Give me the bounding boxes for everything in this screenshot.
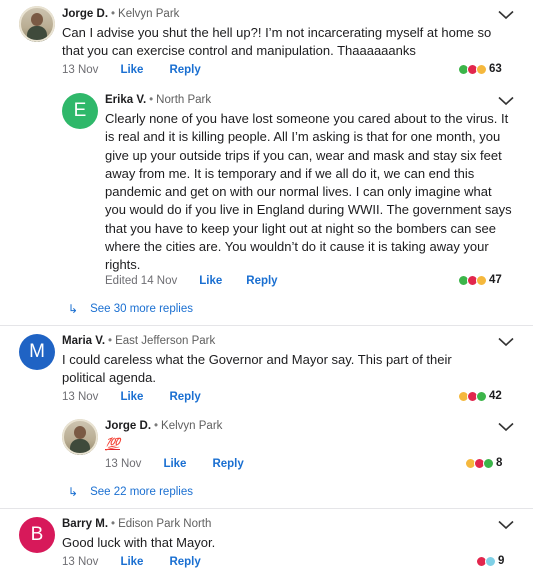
chevron-down-icon[interactable]: [498, 337, 514, 347]
reaction-summary[interactable]: 8: [465, 457, 502, 469]
avatar-letter: M: [29, 341, 45, 362]
agree-reaction-icon: [476, 390, 487, 402]
like-button[interactable]: Like: [120, 64, 143, 76]
comment-text: Clearly none of you have lost someone yo…: [105, 111, 512, 273]
reply-button[interactable]: Reply: [169, 64, 200, 76]
comment-actions: 13 Nov Like Reply: [105, 458, 244, 470]
see-more-replies-link[interactable]: ↳ See 30 more replies: [68, 302, 193, 316]
like-button[interactable]: Like: [199, 275, 222, 287]
author-location[interactable]: East Jefferson Park: [115, 335, 215, 347]
comment-actions: Edited 14 Nov Like Reply: [105, 275, 278, 287]
author-location[interactable]: Kelvyn Park: [161, 420, 222, 432]
reply-arrow-icon: ↳: [68, 485, 79, 499]
meta-separator: •: [108, 335, 113, 347]
author-location[interactable]: North Park: [156, 94, 211, 106]
comment-date: 13 Nov: [62, 64, 99, 76]
reaction-summary[interactable]: 9: [476, 555, 504, 567]
agree-reaction-icon: [483, 457, 494, 469]
avatar[interactable]: [19, 6, 55, 42]
comment-date: 13 Nov: [62, 391, 99, 403]
author-name[interactable]: Maria V.: [62, 335, 105, 347]
comment-actions: 13 Nov Like Reply: [62, 556, 201, 568]
meta-separator: •: [111, 518, 116, 530]
haha-reaction-icon: [476, 63, 487, 75]
like-button[interactable]: Like: [163, 458, 186, 470]
reaction-count: 47: [489, 274, 502, 286]
comment-actions: 13 Nov Like Reply: [62, 64, 201, 76]
reaction-count: 42: [489, 390, 502, 402]
like-button[interactable]: Like: [120, 556, 143, 568]
divider: [0, 325, 533, 326]
reply-button[interactable]: Reply: [169, 556, 200, 568]
hundred-points-emoji: 💯: [105, 437, 120, 451]
comment-date: 13 Nov: [105, 458, 142, 470]
comment-meta: Jorge D. • Kelvyn Park: [105, 420, 222, 432]
comment-meta: Jorge D. • Kelvyn Park: [62, 8, 179, 20]
see-more-label[interactable]: See 22 more replies: [90, 486, 193, 498]
meta-separator: •: [154, 420, 159, 432]
author-name[interactable]: Jorge D.: [105, 420, 151, 432]
avatar[interactable]: E: [62, 93, 98, 129]
comment-text: Can I advise you shut the hell up?! I’m …: [62, 25, 492, 59]
divider: [0, 508, 533, 509]
chevron-down-icon[interactable]: [498, 10, 514, 20]
author-location[interactable]: Edison Park North: [118, 518, 211, 530]
author-name[interactable]: Jorge D.: [62, 8, 108, 20]
chevron-down-icon[interactable]: [498, 520, 514, 530]
reaction-summary[interactable]: 42: [458, 390, 502, 402]
reply-button[interactable]: Reply: [169, 391, 200, 403]
comment-text: 💯: [105, 435, 120, 453]
reaction-count: 9: [498, 555, 505, 567]
chevron-down-icon[interactable]: [498, 422, 514, 432]
like-button[interactable]: Like: [120, 391, 143, 403]
haha-reaction-icon: [476, 274, 487, 286]
reaction-summary[interactable]: 47: [458, 274, 502, 286]
reply-arrow-icon: ↳: [68, 302, 79, 316]
author-name[interactable]: Barry M.: [62, 518, 108, 530]
meta-separator: •: [111, 8, 116, 20]
see-more-replies-link[interactable]: ↳ See 22 more replies: [68, 485, 193, 499]
reaction-count: 8: [496, 457, 503, 469]
avatar[interactable]: [62, 419, 98, 455]
comment-date: Edited 14 Nov: [105, 275, 178, 287]
comment-date: 13 Nov: [62, 556, 99, 568]
reply-button[interactable]: Reply: [246, 275, 277, 287]
avatar-letter: B: [30, 524, 44, 545]
chevron-down-icon[interactable]: [498, 96, 514, 106]
author-name[interactable]: Erika V.: [105, 94, 146, 106]
avatar-letter: E: [73, 100, 87, 121]
comment-meta: Barry M. • Edison Park North: [62, 518, 211, 530]
avatar[interactable]: M: [19, 334, 55, 370]
reaction-count: 63: [489, 63, 502, 75]
comment-actions: 13 Nov Like Reply: [62, 391, 201, 403]
sad-reaction-icon: [485, 555, 496, 567]
comment-text: Good luck with that Mayor.: [62, 535, 216, 550]
see-more-label[interactable]: See 30 more replies: [90, 303, 193, 315]
avatar[interactable]: B: [19, 517, 55, 553]
comment-meta: Maria V. • East Jefferson Park: [62, 335, 215, 347]
comment-meta: Erika V. • North Park: [105, 94, 211, 106]
author-location[interactable]: Kelvyn Park: [118, 8, 179, 20]
reply-button[interactable]: Reply: [212, 458, 243, 470]
comment-text: I could careless what the Governor and M…: [62, 352, 452, 386]
reaction-summary[interactable]: 63: [458, 63, 502, 75]
meta-separator: •: [149, 94, 154, 106]
